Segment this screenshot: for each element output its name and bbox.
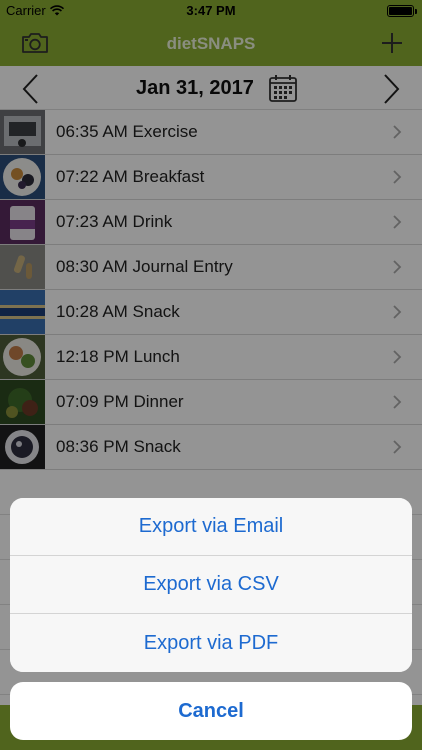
export-csv-button[interactable]: Export via CSV (10, 556, 412, 614)
export-pdf-button[interactable]: Export via PDF (10, 614, 412, 672)
export-email-button[interactable]: Export via Email (10, 498, 412, 556)
cancel-button[interactable]: Cancel (10, 682, 412, 740)
export-action-sheet: Export via Email Export via CSV Export v… (10, 498, 412, 672)
